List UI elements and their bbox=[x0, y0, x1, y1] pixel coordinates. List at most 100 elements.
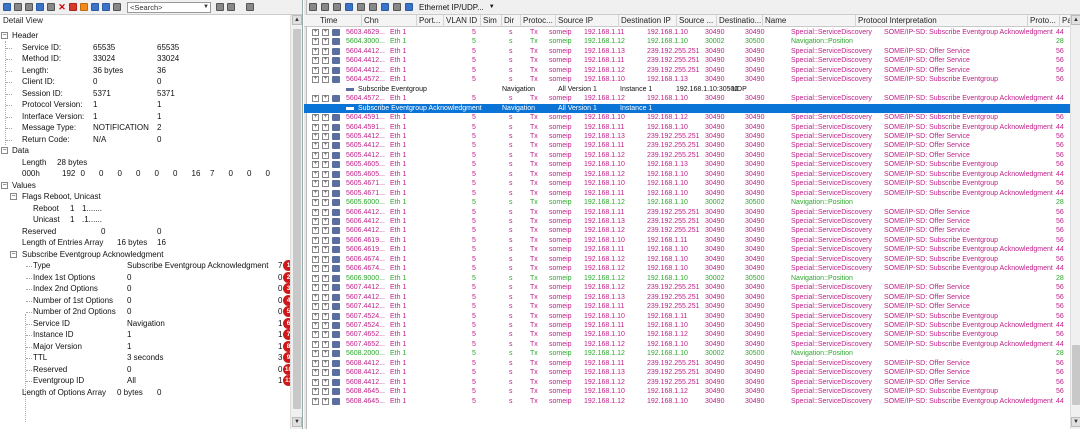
expand-icon[interactable]: + bbox=[322, 132, 329, 140]
expand-icon[interactable]: + bbox=[312, 303, 319, 311]
table-row[interactable]: + +5606.4674... Eth 1 5 s Tx someip 192.168.1.1… bbox=[304, 255, 1070, 264]
values-toggle[interactable]: − bbox=[1, 181, 8, 189]
expand-icon[interactable]: + bbox=[312, 218, 319, 225]
column-header-cell[interactable]: Dir bbox=[502, 15, 521, 27]
column-header-cell[interactable]: Protoc... bbox=[521, 15, 556, 27]
chart-icon[interactable] bbox=[13, 2, 23, 12]
table-row[interactable]: + +5604.4412... Eth 1 5 s Tx someip 192.168.1.1… bbox=[304, 47, 1070, 56]
expand-icon[interactable]: + bbox=[312, 293, 319, 301]
layout-icon[interactable] bbox=[356, 2, 366, 12]
expand-icon[interactable]: + bbox=[312, 47, 319, 55]
close-icon[interactable]: ✕ bbox=[57, 2, 67, 12]
scroll-down-button[interactable]: ▼ bbox=[292, 417, 302, 427]
expand-icon[interactable]: + bbox=[322, 388, 329, 396]
table-row[interactable]: + +5606.4412... Eth 1 5 s Tx someip 192.168.1.1… bbox=[304, 226, 1070, 235]
table-row[interactable]: + +5606.4674... Eth 1 5 s Tx someip 192.168.1.1… bbox=[304, 264, 1070, 273]
table-row[interactable]: + +5606.4619... Eth 1 5 s Tx someip 192.168.1.1… bbox=[304, 245, 1070, 254]
grid-icon[interactable] bbox=[112, 2, 122, 12]
expand-icon[interactable]: + bbox=[312, 312, 319, 320]
column-header-cell[interactable]: Sim bbox=[481, 15, 502, 27]
table-row[interactable]: Subscribe Eventgroup Acknowledgment Navig… bbox=[304, 103, 1070, 113]
expand-icon[interactable]: + bbox=[312, 57, 319, 65]
expand-icon[interactable]: + bbox=[322, 199, 329, 207]
pause-icon[interactable] bbox=[79, 2, 89, 12]
expand-icon[interactable]: + bbox=[322, 29, 329, 36]
expand-icon[interactable]: + bbox=[312, 331, 319, 339]
expand-icon[interactable]: + bbox=[322, 321, 329, 329]
expand-icon[interactable]: + bbox=[312, 350, 319, 358]
expand-icon[interactable]: + bbox=[322, 123, 329, 131]
expand-icon[interactable]: + bbox=[322, 57, 329, 65]
header-toggle[interactable]: − bbox=[1, 32, 8, 39]
network-icon[interactable] bbox=[404, 2, 414, 12]
expand-icon[interactable]: + bbox=[322, 255, 329, 263]
column-header-cell[interactable]: Proto... bbox=[1028, 15, 1060, 27]
expand-icon[interactable]: + bbox=[322, 340, 329, 348]
expand-icon[interactable]: + bbox=[322, 161, 329, 169]
expand-icon[interactable]: + bbox=[312, 161, 319, 169]
filter-icon[interactable] bbox=[101, 2, 111, 12]
table-row[interactable]: + +5606.9000... Eth 1 5 s Tx someip 192.168.1.1… bbox=[304, 274, 1070, 283]
expand-icon[interactable]: + bbox=[322, 274, 329, 282]
expand-icon[interactable]: + bbox=[322, 151, 329, 159]
expand-icon[interactable]: + bbox=[322, 47, 329, 55]
expand-icon[interactable]: + bbox=[312, 359, 319, 367]
save-icon[interactable] bbox=[2, 2, 12, 12]
table-row[interactable]: + +5606.4619... Eth 1 5 s Tx someip 192.168.1.1… bbox=[304, 236, 1070, 245]
find-prev-icon[interactable] bbox=[226, 2, 236, 12]
table-row[interactable]: + +5607.4524... Eth 1 5 s Tx someip 192.168.1.1… bbox=[304, 321, 1070, 330]
expand-icon[interactable]: + bbox=[322, 331, 329, 339]
back-icon[interactable] bbox=[308, 2, 318, 12]
table-row[interactable]: + +5607.4412... Eth 1 5 s Tx someip 192.168.1.1… bbox=[304, 283, 1070, 292]
expand-icon[interactable]: + bbox=[312, 170, 319, 178]
table-row[interactable]: + +5606.4412... Eth 1 5 s Tx someip 192.168.1.1… bbox=[304, 208, 1070, 217]
find-next-icon[interactable] bbox=[215, 2, 225, 12]
column-header-cell[interactable]: Source IP bbox=[556, 15, 619, 27]
table-row[interactable]: + +5605.4671... Eth 1 5 s Tx someip 192.168.1.1… bbox=[304, 179, 1070, 188]
table-row[interactable]: + +5604.4412... Eth 1 5 s Tx someip 192.168.1.1… bbox=[304, 56, 1070, 65]
expand-icon[interactable]: + bbox=[312, 246, 319, 254]
scroll-up-button[interactable]: ▲ bbox=[292, 15, 302, 25]
expand-icon[interactable]: + bbox=[322, 208, 329, 216]
expand-icon[interactable]: + bbox=[322, 218, 329, 225]
table-row[interactable]: + +5605.4412... Eth 1 5 s Tx someip 192.168.1.1… bbox=[304, 141, 1070, 150]
search-input[interactable]: <Search> ▼ bbox=[127, 1, 211, 13]
expand-icon[interactable]: + bbox=[312, 29, 319, 36]
expand-icon[interactable]: + bbox=[312, 340, 319, 348]
table-row[interactable]: + +5605.4605... Eth 1 5 s Tx someip 192.168.1.1… bbox=[304, 170, 1070, 179]
expand-icon[interactable]: + bbox=[312, 397, 319, 405]
expand-icon[interactable]: + bbox=[322, 359, 329, 367]
expand-icon[interactable]: + bbox=[322, 265, 329, 273]
table-row[interactable]: + +5606.4412... Eth 1 5 s Tx someip 192.168.1.1… bbox=[304, 217, 1070, 226]
expand-icon[interactable]: + bbox=[312, 378, 319, 386]
expand-icon[interactable]: + bbox=[312, 208, 319, 216]
table-row[interactable]: + +5605.4412... Eth 1 5 s Tx someip 192.168.1.1… bbox=[304, 132, 1070, 141]
protocol-filter[interactable]: Ethernet IP/UDP... bbox=[419, 3, 484, 12]
chevron-down-icon[interactable]: ▼ bbox=[203, 3, 209, 12]
expand-icon[interactable]: + bbox=[312, 66, 319, 74]
table-row[interactable]: + +5607.4412... Eth 1 5 s Tx someip 192.168.1.1… bbox=[304, 293, 1070, 302]
column-header-cell[interactable]: Destination IP bbox=[619, 15, 677, 27]
copy-icon[interactable] bbox=[46, 2, 56, 12]
expand-icon[interactable]: + bbox=[322, 397, 329, 405]
expand-icon[interactable]: + bbox=[322, 114, 329, 122]
table-row[interactable]: Subscribe Eventgroup Navigation All Versio… bbox=[304, 85, 1070, 94]
scroll-down-button[interactable]: ▼ bbox=[1071, 417, 1080, 427]
column-header-cell[interactable]: Source ... bbox=[677, 15, 717, 27]
scroll-thumb[interactable] bbox=[293, 29, 301, 409]
font-icon[interactable] bbox=[380, 2, 390, 12]
expand-icon[interactable]: + bbox=[322, 95, 329, 103]
expand-icon[interactable]: + bbox=[312, 189, 319, 197]
expand-icon[interactable]: + bbox=[322, 66, 329, 74]
expand-icon[interactable]: + bbox=[312, 255, 319, 263]
toggle-icon[interactable] bbox=[368, 2, 378, 12]
table-row[interactable]: + +5608.4645... Eth 1 5 s Tx someip 192.168.1.1… bbox=[304, 387, 1070, 396]
stop-icon[interactable] bbox=[68, 2, 78, 12]
expand-icon[interactable]: + bbox=[312, 123, 319, 131]
forward-icon[interactable] bbox=[320, 2, 330, 12]
expand-icon[interactable]: + bbox=[312, 284, 319, 292]
expand-icon[interactable]: + bbox=[322, 246, 329, 254]
expand-icon[interactable]: + bbox=[312, 236, 319, 244]
table-row[interactable]: + +5605.4605... Eth 1 5 s Tx someip 192.168.1.1… bbox=[304, 160, 1070, 169]
expand-icon[interactable]: + bbox=[322, 76, 329, 84]
